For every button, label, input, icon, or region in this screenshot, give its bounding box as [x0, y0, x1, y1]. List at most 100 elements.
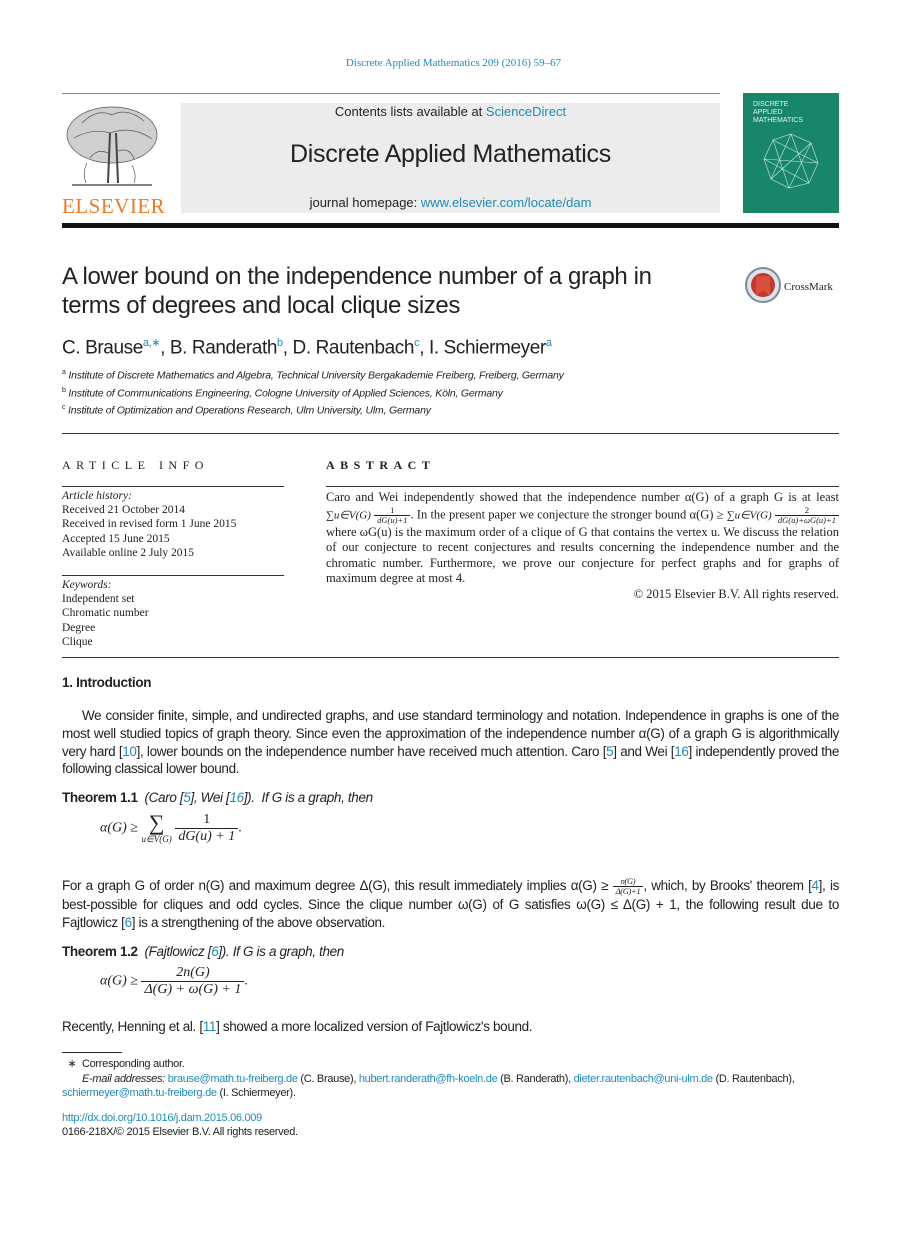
elsevier-wordmark: ELSEVIER	[62, 194, 166, 218]
math-fraction: n(G) Δ(G)+1	[612, 877, 644, 896]
fraction-denominator: Δ(G)+1	[615, 886, 641, 896]
sum-subscript: u∈V(G)	[141, 834, 172, 844]
author-name: C. Brause	[62, 337, 143, 359]
abstract-heading: ABSTRACT	[326, 458, 436, 472]
footnote-text: Corresponding author.	[81, 1058, 185, 1070]
citation-link[interactable]: 11	[203, 1019, 217, 1034]
journal-reference[interactable]: Discrete Applied Mathematics 209 (2016) …	[0, 57, 907, 69]
math-fraction: 2n(G) Δ(G) + ω(G) + 1	[141, 965, 245, 998]
history-item: Received in revised form 1 June 2015	[62, 518, 237, 531]
math-sum: ∑u∈V(G)	[326, 508, 371, 521]
math-sum: ∑u∈V(G)	[726, 508, 772, 521]
theorem-statement: If G is a graph, then	[232, 944, 345, 959]
email-owner: (D. Rautenbach),	[712, 1073, 795, 1085]
paper-title: A lower bound on the independence number…	[62, 263, 652, 319]
author-affiliation-link[interactable]: b	[277, 337, 283, 349]
paragraph-text: For a graph G of order n(G) and maximum …	[62, 878, 609, 894]
doi-link[interactable]: http://dx.doi.org/10.1016/j.dam.2015.06.…	[62, 1112, 262, 1124]
footnote-marker: ∗	[67, 1058, 77, 1070]
author-name: B. Randerath	[169, 337, 278, 359]
affiliation: c Institute of Optimization and Operatio…	[62, 404, 431, 417]
abstract-end-rule	[62, 657, 839, 658]
abstract-body: Caro and Wei independently showed that t…	[326, 490, 839, 602]
keyword-item: Degree	[62, 621, 96, 634]
citation-link[interactable]: 10	[122, 744, 137, 759]
affiliation: a Institute of Discrete Mathematics and …	[62, 369, 564, 382]
crossmark-label[interactable]: CrossMark	[784, 281, 833, 293]
paragraph-text: ] showed a more localized version of Faj…	[216, 1019, 533, 1034]
fraction-denominator: Δ(G) + ω(G) + 1	[144, 982, 242, 997]
abstract-text: where ωG(u) is the maximum order of a cl…	[326, 524, 839, 586]
affiliation-key: b	[62, 387, 66, 394]
email-link[interactable]: dieter.rautenbach@uni-ulm.de	[574, 1073, 713, 1085]
fraction-numerator: 1	[374, 505, 411, 516]
journal-title: Discrete Applied Mathematics	[290, 140, 611, 168]
affiliation-text: Institute of Communications Engineering,…	[68, 387, 503, 400]
fraction-numerator: 1	[175, 812, 239, 829]
paragraph-text: Recently, Henning et al. [	[62, 1019, 203, 1034]
theorem-label: Theorem 1.2	[62, 944, 138, 959]
keyword-item: Chromatic number	[62, 607, 149, 620]
citation-link[interactable]: 16	[674, 744, 689, 759]
contents-prefix: Contents lists available at	[334, 104, 486, 119]
fraction-denominator: dG(u)+1	[377, 514, 408, 525]
citation-link[interactable]: 4	[811, 878, 819, 893]
author-affiliation-link[interactable]: a	[546, 337, 552, 349]
article-history-label: Article history:	[62, 490, 132, 502]
journal-homepage-link[interactable]: www.elsevier.com/locate/dam	[421, 195, 592, 210]
author-affiliation-link[interactable]: c	[414, 337, 420, 349]
citation-link[interactable]: 16	[229, 790, 244, 805]
author-affiliation-link[interactable]: a,∗	[143, 337, 161, 349]
homepage-line: journal homepage: www.elsevier.com/locat…	[181, 195, 720, 210]
author-name: D. Rautenbach	[292, 337, 415, 359]
sciencedirect-link[interactable]: ScienceDirect	[486, 104, 566, 119]
footnote-rule	[62, 1052, 122, 1053]
article-info-heading: ARTICLE INFO	[62, 458, 209, 472]
email-link[interactable]: brause@math.tu-freiberg.de	[168, 1073, 298, 1085]
theorem-label: Theorem 1.1	[62, 790, 138, 805]
contents-line: Contents lists available at ScienceDirec…	[181, 104, 720, 119]
theorem-1-1: Theorem 1.1 (Caro [5], Wei [16]). If G i…	[62, 789, 839, 807]
math-fraction: 2 dG(u)+ωG(u)+1	[774, 505, 839, 525]
theorem-attribution: ]).	[218, 944, 230, 959]
keywords-rule	[62, 575, 284, 576]
keyword-item: Clique	[62, 635, 93, 648]
email-link[interactable]: schiermeyer@math.tu-freiberg.de	[62, 1087, 217, 1099]
issn-copyright: 0166-218X/© 2015 Elsevier B.V. All right…	[62, 1126, 298, 1138]
keywords-label: Keywords:	[62, 579, 112, 591]
header-rule	[62, 93, 720, 94]
affiliation-key: a	[62, 369, 66, 376]
math-fraction: 1 dG(u)+1	[374, 505, 411, 525]
affiliations-rule	[62, 433, 839, 434]
cover-graph-icon	[763, 133, 819, 189]
equation-caro-wei: α(G) ≥ ∑ u∈V(G) 1 dG(u) + 1.	[100, 810, 242, 845]
intro-paragraph-2: For a graph G of order n(G) and maximum …	[62, 877, 839, 932]
email-label: E-mail addresses:	[82, 1073, 168, 1085]
citation-link[interactable]: 6	[125, 915, 133, 930]
fraction-denominator: dG(u)+ωG(u)+1	[777, 514, 836, 525]
abstract-copyright: © 2015 Elsevier B.V. All rights reserved…	[633, 586, 839, 601]
crossmark-icon	[745, 267, 781, 303]
fraction-numerator: 2n(G)	[141, 965, 245, 982]
history-item: Received 21 October 2014	[62, 504, 185, 517]
cover-title: DISCRETE APPLIED MATHEMATICS	[753, 101, 803, 124]
intro-paragraph-1: We consider finite, simple, and undirect…	[62, 707, 839, 778]
header-thick-rule	[62, 223, 839, 228]
affiliation-text: Institute of Optimization and Operations…	[68, 404, 431, 417]
affiliation-text: Institute of Discrete Mathematics and Al…	[68, 369, 564, 382]
keyword-item: Independent set	[62, 593, 135, 606]
homepage-prefix: journal homepage:	[309, 195, 421, 210]
theorem-attribution: (Caro [	[144, 790, 184, 805]
history-item: Accepted 15 June 2015	[62, 532, 170, 545]
equation-fajtlowicz: α(G) ≥ 2n(G) Δ(G) + ω(G) + 1.	[100, 965, 248, 998]
affiliation-key: c	[62, 404, 66, 411]
abstract-text: Caro and Wei independently showed that t…	[326, 490, 839, 504]
math-sum: ∑ u∈V(G)	[141, 812, 171, 845]
abstract-text: . In the present paper we conjecture the…	[410, 506, 724, 521]
email-link[interactable]: hubert.randerath@fh-koeln.de	[359, 1073, 498, 1085]
journal-cover-thumbnail[interactable]: DISCRETE APPLIED MATHEMATICS	[743, 93, 839, 213]
section-heading-introduction: 1. Introduction	[62, 675, 152, 690]
abstract-rule	[326, 486, 839, 487]
author-name: I. Schiermeyer	[428, 337, 546, 359]
theorem-1-2: Theorem 1.2 (Fajtlowicz [6]). If G is a …	[62, 943, 839, 961]
